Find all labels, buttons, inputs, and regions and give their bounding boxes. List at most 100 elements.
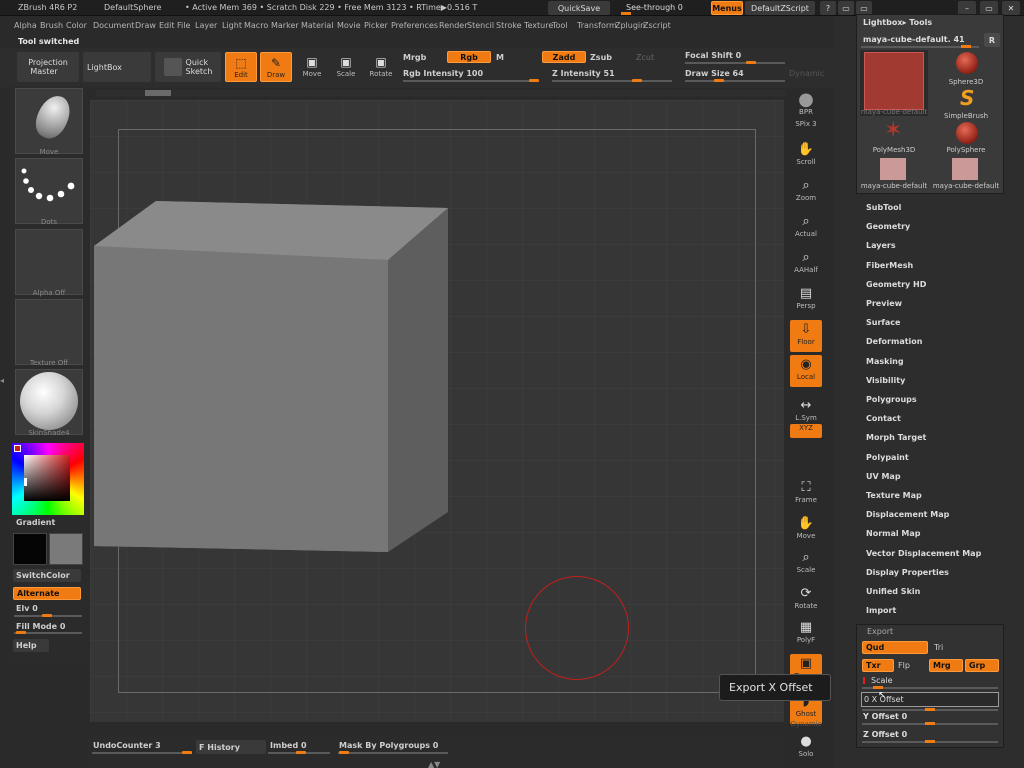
mrg-button[interactable]: Mrg [929, 659, 963, 672]
menu-zscript[interactable]: Zscript [643, 21, 675, 30]
mrgb-button[interactable]: Mrgb [403, 53, 426, 62]
tool-thumb-maya-cube-default[interactable]: maya-cube-default [860, 156, 928, 190]
tool-thumb-polymesh3d[interactable]: ✶ PolyMesh3D [860, 120, 928, 155]
restore-icon[interactable]: ▭ [838, 1, 854, 15]
edit-button[interactable]: ⬚ Edit [225, 52, 257, 82]
menu-edit[interactable]: Edit [159, 21, 177, 30]
rgb-intensity-slider[interactable]: Rgb Intensity 100 [403, 69, 483, 78]
flp-button[interactable]: Flp [898, 661, 910, 670]
shelf-xyz-button[interactable]: XYZ [790, 424, 822, 438]
shelf-scroll-button[interactable]: ✋ Scroll [790, 140, 822, 172]
z-intensity-slider[interactable]: Z Intensity 51 [552, 69, 615, 78]
undo-counter-track[interactable] [92, 752, 192, 754]
subpalette-polypaint[interactable]: Polypaint [866, 453, 909, 462]
tool-thumb-maya-cube-default[interactable]: maya-cube-default [860, 50, 928, 116]
menu-file[interactable]: File [177, 21, 195, 30]
mask-by-polygroups-track[interactable] [338, 752, 448, 754]
draw-size-track[interactable] [685, 80, 785, 82]
subpalette-import[interactable]: Import [866, 606, 896, 615]
x-offset-knob[interactable] [925, 708, 935, 711]
shelf-aahalf-button[interactable]: ⌕ AAHalf [790, 248, 822, 280]
rgb-intensity-track[interactable] [403, 80, 539, 82]
scale-button[interactable]: ▣ Scale [330, 52, 362, 84]
subpalette-masking[interactable]: Masking [866, 357, 904, 366]
subpalette-layers[interactable]: Layers [866, 241, 896, 250]
document-canvas[interactable] [90, 100, 784, 722]
subpalette-surface[interactable]: Surface [866, 318, 900, 327]
focal-shift-slider[interactable]: Focal Shift 0 [685, 51, 741, 60]
shelf-actual-button[interactable]: ⌕ Actual [790, 212, 822, 244]
dynamic-toggle[interactable]: Dynamic [789, 69, 824, 78]
canvas-scrollbar[interactable] [96, 90, 786, 96]
subpalette-contact[interactable]: Contact [866, 414, 901, 423]
subpalette-geometry-hd[interactable]: Geometry HD [866, 280, 926, 289]
tool-thumb-polysphere[interactable]: PolySphere [932, 120, 1000, 154]
menu-color[interactable]: Color [66, 21, 93, 30]
menu-light[interactable]: Light [222, 21, 244, 30]
menu-transform[interactable]: Transform [577, 21, 617, 30]
shelf-solo-button[interactable]: ● Solo [790, 732, 822, 764]
default-zscript-button[interactable]: DefaultZScript [745, 1, 815, 15]
subpalette-vector-displacement-map[interactable]: Vector Displacement Map [866, 549, 981, 558]
move-button[interactable]: ▣ Move [296, 52, 328, 84]
z-offset-knob[interactable] [925, 740, 935, 743]
menu-render[interactable]: Render [439, 21, 467, 30]
subpalette-subtool[interactable]: SubTool [866, 203, 901, 212]
subpalette-preview[interactable]: Preview [866, 299, 902, 308]
shelf-scale-button[interactable]: ⌕ Scale [790, 548, 822, 580]
shelf-frame-button[interactable]: ⛶ Frame [790, 478, 822, 510]
z-offset-slider[interactable]: Z Offset 0 [863, 730, 907, 739]
rgb-button[interactable]: Rgb [447, 51, 491, 63]
focal-shift-knob[interactable] [746, 61, 756, 64]
shelf-polyf-button[interactable]: ▦ PolyF [790, 618, 822, 650]
y-offset-knob[interactable] [925, 722, 935, 725]
subpalette-texture-map[interactable]: Texture Map [866, 491, 922, 500]
see-through-slider[interactable]: See-through 0 [626, 3, 683, 12]
menu-layer[interactable]: Layer [195, 21, 222, 30]
help-icon[interactable]: ? [820, 1, 836, 15]
subpalette-displacement-map[interactable]: Displacement Map [866, 510, 949, 519]
subpalette-visibility[interactable]: Visibility [866, 376, 905, 385]
menu-preferences[interactable]: Preferences [391, 21, 439, 30]
tool-thumb-maya-cube-default[interactable]: maya-cube-default [932, 156, 1000, 190]
subpalette-unified-skin[interactable]: Unified Skin [866, 587, 920, 596]
menu-marker[interactable]: Marker [271, 21, 301, 30]
quicksave-button[interactable]: QuickSave [548, 1, 610, 15]
draw-size-slider[interactable]: Draw Size 64 [685, 69, 744, 78]
menu-stencil[interactable]: Stencil [467, 21, 496, 30]
shelf-spix-3-button[interactable]: SPix 3 [790, 120, 822, 134]
y-offset-slider[interactable]: Y Offset 0 [863, 712, 907, 721]
elv-knob[interactable] [42, 614, 52, 617]
txr-button[interactable]: Txr [862, 659, 894, 672]
menu-brush[interactable]: Brush [40, 21, 66, 30]
draw-button[interactable]: ✎ Draw [260, 52, 292, 82]
current-tool-name[interactable]: maya-cube-default. 41 [863, 35, 965, 44]
subpalette-deformation[interactable]: Deformation [866, 337, 922, 346]
menu-picker[interactable]: Picker [364, 21, 391, 30]
shelf-floor-button[interactable]: ⇩ Floor [790, 320, 822, 352]
menu-texture[interactable]: Texture [524, 21, 553, 30]
tri-button[interactable]: Tri [934, 643, 943, 652]
menu-tool[interactable]: Tool [552, 21, 577, 30]
qud-button[interactable]: Qud [862, 641, 928, 654]
z-intensity-track[interactable] [552, 80, 672, 82]
export-title[interactable]: Export [867, 627, 893, 636]
focal-shift-track[interactable] [685, 62, 785, 64]
bottom-tray-handle[interactable]: ▲▼ [428, 760, 440, 768]
shelf-zoom-button[interactable]: ⌕ Zoom [790, 176, 822, 208]
undo-counter-knob[interactable] [182, 751, 192, 754]
zcut-button[interactable]: Zcut [636, 53, 654, 62]
zadd-button[interactable]: Zadd [542, 51, 586, 63]
maximize-icon[interactable]: ▭ [980, 1, 998, 15]
current-tool-knob[interactable] [961, 45, 971, 48]
grp-button[interactable]: Grp [965, 659, 999, 672]
imbed-slider[interactable]: Imbed 0 [270, 741, 307, 750]
tool-palette-header[interactable]: Lightbox▸ Tools [863, 18, 932, 27]
canvas-scroll-thumb[interactable] [145, 90, 171, 96]
z-intensity-knob[interactable] [632, 79, 642, 82]
tool-thumb-sphere3d[interactable]: Sphere3D [932, 50, 1000, 86]
menu-draw[interactable]: Draw [135, 21, 159, 30]
subpalette-uv-map[interactable]: UV Map [866, 472, 901, 481]
menu-stroke[interactable]: Stroke [496, 21, 524, 30]
lightbox-button[interactable]: LightBox [83, 52, 151, 82]
